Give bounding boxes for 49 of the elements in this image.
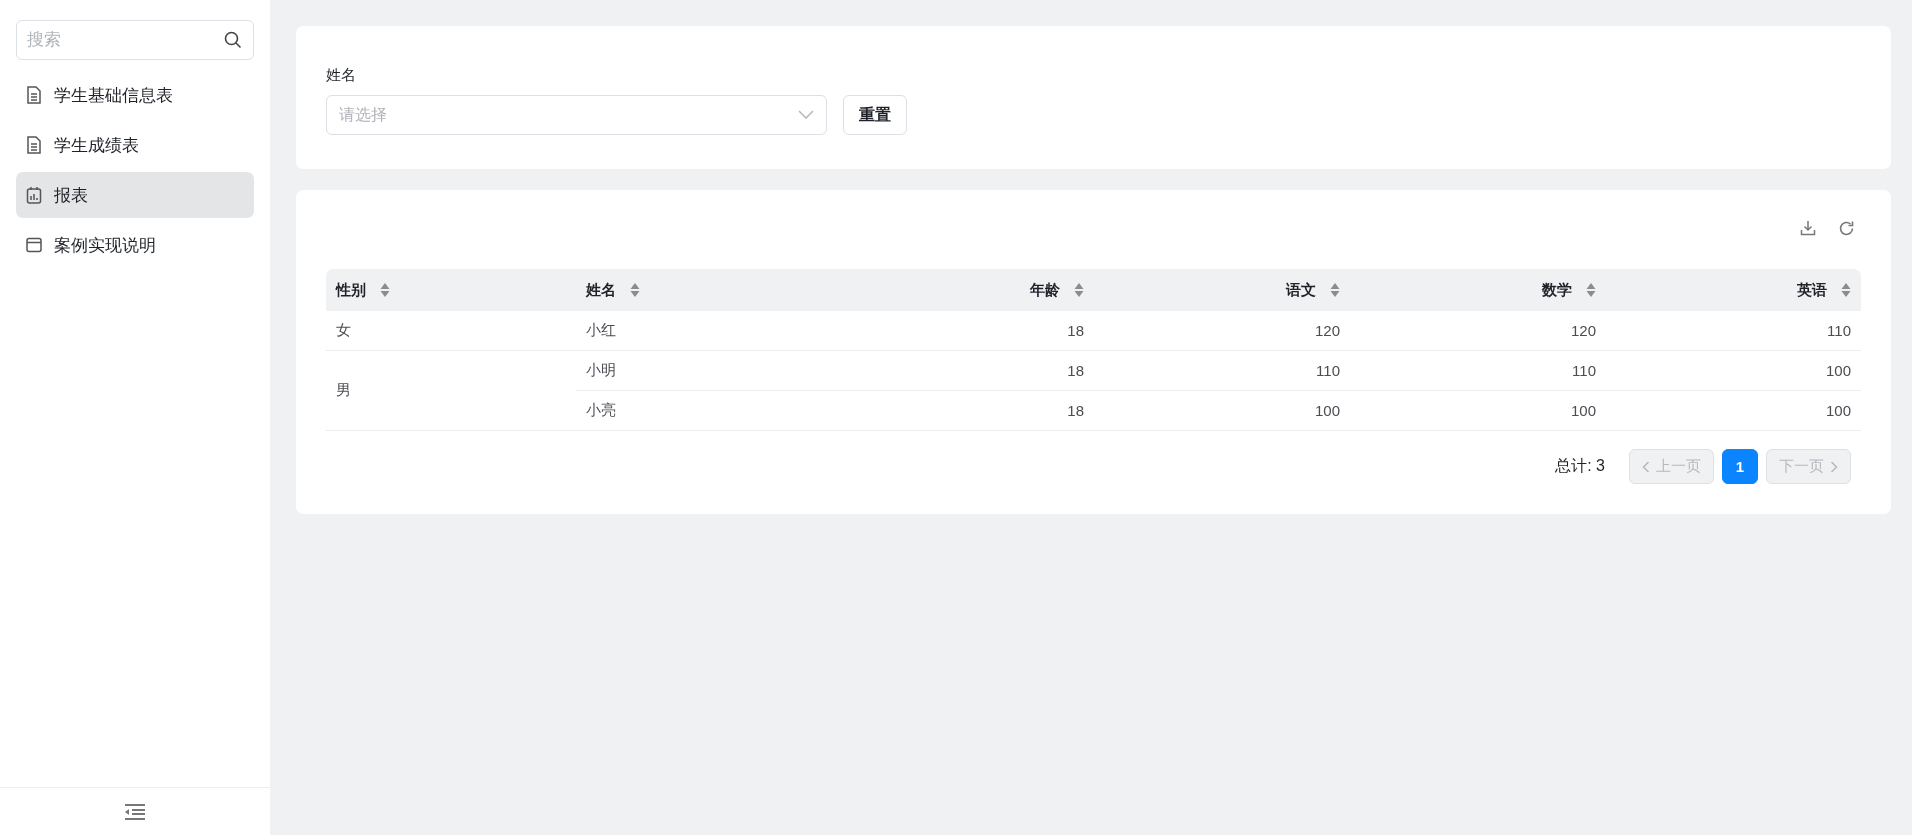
document-icon <box>26 86 42 104</box>
column-header: 年龄 <box>1030 280 1060 300</box>
document-icon <box>26 136 42 154</box>
table-cell: 100 <box>1314 402 1340 419</box>
table-cell: 18 <box>1067 362 1084 379</box>
search-field[interactable]: 搜索 <box>16 20 254 60</box>
sort-icon[interactable] <box>630 282 640 298</box>
column-header: 语文 <box>1286 280 1316 300</box>
sort-icon[interactable] <box>1074 282 1084 298</box>
column-header: 英语 <box>1797 280 1827 300</box>
table-cell: 120 <box>1570 322 1596 339</box>
sidebar-item[interactable]: 学生基础信息表 <box>16 72 254 118</box>
table-cell: 110 <box>1827 322 1851 339</box>
table-cell: 女 <box>336 321 351 338</box>
table-cell: 小亮 <box>586 401 616 418</box>
sort-icon[interactable] <box>380 282 390 298</box>
collapse-icon[interactable] <box>124 802 146 821</box>
sort-icon[interactable] <box>1841 282 1851 298</box>
table-cell: 小明 <box>586 361 616 378</box>
table-cell: 男 <box>336 381 351 398</box>
column-header: 姓名 <box>586 280 616 300</box>
table-cell: 110 <box>1316 362 1340 379</box>
sidebar-item[interactable]: 报表 <box>16 172 254 218</box>
table-cell: 100 <box>1825 402 1851 419</box>
table-cell: 18 <box>1067 402 1084 419</box>
sort-icon[interactable] <box>1330 282 1340 298</box>
chevron-right-icon <box>1830 460 1838 473</box>
field-label: 姓名 <box>326 66 356 85</box>
table-cell: 小红 <box>586 321 616 338</box>
search-icon[interactable] <box>224 31 242 49</box>
column-header: 性别 <box>336 280 366 300</box>
chevron-down-icon <box>798 110 814 120</box>
reset-button[interactable]: 重置 <box>843 95 907 135</box>
chart-icon <box>26 186 42 204</box>
page-button[interactable]: 1 <box>1722 449 1758 484</box>
total-count: 总计: 3 <box>1555 456 1605 476</box>
window-icon <box>26 237 42 253</box>
chevron-left-icon <box>1642 460 1650 473</box>
table-cell: 110 <box>1572 362 1596 379</box>
download-icon[interactable] <box>1800 220 1816 236</box>
table-cell: 18 <box>1067 322 1084 339</box>
sort-icon[interactable] <box>1586 282 1596 298</box>
sidebar-item[interactable]: 学生成绩表 <box>16 122 254 168</box>
table-cell: 100 <box>1570 402 1596 419</box>
column-header: 数学 <box>1542 280 1572 300</box>
table-cell: 100 <box>1825 362 1851 379</box>
refresh-icon[interactable] <box>1838 220 1855 237</box>
sidebar-item[interactable]: 案例实现说明 <box>16 222 254 268</box>
table-cell: 120 <box>1314 322 1340 339</box>
